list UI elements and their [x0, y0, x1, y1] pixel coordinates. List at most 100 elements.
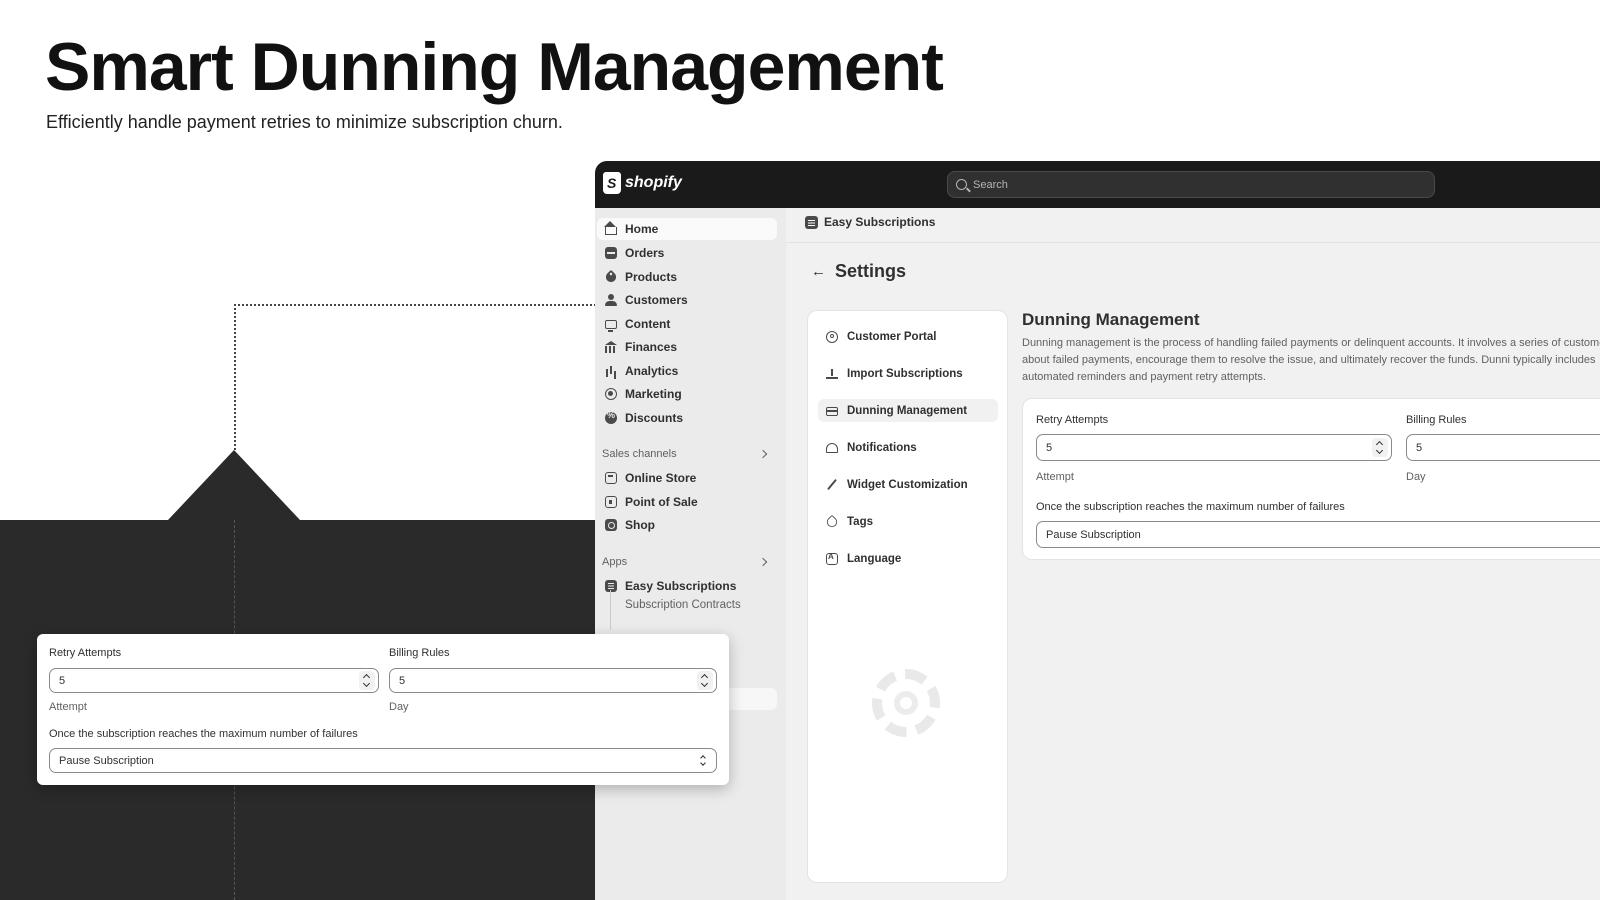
- settings-nav-label: Notifications: [847, 441, 917, 454]
- sidebar-item-label: Home: [625, 222, 659, 236]
- inbox-icon: [605, 247, 617, 259]
- billing-rules-value: 5: [399, 674, 406, 687]
- settings-nav-label: Import Subscriptions: [847, 367, 963, 380]
- sidebar-item-label: Content: [625, 317, 671, 331]
- hero-subtitle: Efficiently handle payment retries to mi…: [46, 112, 563, 132]
- retry-attempts-value: 5: [59, 674, 66, 687]
- sidebar-item-easy-subscriptions[interactable]: Easy Subscriptions: [597, 575, 777, 597]
- retry-attempts-help: Attempt: [49, 701, 87, 713]
- section-heading-label: Sales channels: [602, 448, 677, 460]
- sidebar-item-label: Marketing: [625, 387, 682, 401]
- retry-attempts-label: Retry Attempts: [49, 647, 122, 659]
- apps-heading[interactable]: Apps: [602, 554, 772, 570]
- sidebar-item-content[interactable]: Content: [597, 313, 777, 335]
- shopify-bag-icon: [603, 172, 621, 194]
- sidebar-item-customers[interactable]: Customers: [597, 289, 777, 311]
- sidebar-item-discounts[interactable]: Discounts: [597, 407, 777, 429]
- admin-topbar: shopify: [595, 161, 1600, 208]
- dotted-connector-horizontal: [234, 304, 596, 306]
- sidebar-item-label: Analytics: [625, 364, 679, 378]
- monitor-icon: [605, 319, 617, 332]
- sales-channels-heading[interactable]: Sales channels: [602, 446, 772, 462]
- stepper-arrows-icon[interactable]: [697, 671, 713, 690]
- failure-action-label: Once the subscription reaches the maximu…: [49, 728, 358, 740]
- home-icon: [604, 221, 617, 235]
- language-icon: [826, 552, 838, 565]
- billing-rules-stepper[interactable]: 5: [1406, 434, 1600, 461]
- dunning-form-card: Retry Attempts 5 Attempt Billing Rules 5…: [1022, 398, 1600, 560]
- target-icon: [605, 388, 617, 400]
- billing-rules-stepper[interactable]: 5: [389, 668, 717, 693]
- retry-attempts-value: 5: [1046, 441, 1053, 454]
- billing-rules-label: Billing Rules: [389, 647, 450, 659]
- sidebar: Home Orders Products Customers Content F…: [595, 208, 786, 900]
- stage: Smart Dunning Management Efficiently han…: [0, 0, 1600, 900]
- store-icon: [605, 472, 617, 484]
- sidebar-item-marketing[interactable]: Marketing: [597, 383, 777, 405]
- bell-icon: [826, 442, 838, 453]
- retry-attempts-help: Attempt: [1036, 471, 1074, 483]
- settings-header: ← Settings: [811, 261, 906, 282]
- settings-nav-label: Dunning Management: [847, 404, 968, 417]
- back-arrow-icon[interactable]: ←: [811, 263, 826, 280]
- sidebar-item-products[interactable]: Products: [597, 266, 777, 288]
- search-input[interactable]: [973, 178, 1393, 191]
- tag-icon: [603, 269, 619, 285]
- gear-watermark-icon: [872, 669, 940, 737]
- pen-icon: [826, 479, 838, 491]
- admin-window: shopify Home Orders Products Customers C…: [595, 161, 1600, 900]
- sidebar-subitem-subscription-contracts[interactable]: Subscription Contracts: [625, 599, 741, 611]
- retry-attempts-stepper[interactable]: 5: [1036, 434, 1392, 461]
- search-bar[interactable]: [947, 171, 1435, 198]
- settings-nav-language[interactable]: Language: [818, 547, 998, 570]
- person-icon: [605, 294, 617, 306]
- sidebar-item-home[interactable]: Home: [597, 218, 777, 240]
- sidebar-item-label: Point of Sale: [625, 495, 698, 509]
- breadcrumb[interactable]: Easy Subscriptions: [805, 215, 935, 229]
- retry-attempts-label: Retry Attempts: [1036, 414, 1109, 426]
- sidebar-item-finances[interactable]: Finances: [597, 336, 777, 358]
- page-title: Settings: [835, 261, 907, 281]
- app-icon: [605, 580, 617, 592]
- dotted-connector-vertical: [234, 304, 236, 450]
- settings-nav-import-subscriptions[interactable]: Import Subscriptions: [818, 362, 998, 385]
- retry-attempts-stepper[interactable]: 5: [49, 668, 379, 693]
- settings-nav-label: Widget Customization: [847, 478, 968, 491]
- credit-card-icon: [826, 407, 838, 416]
- hero-title: Smart Dunning Management: [45, 29, 944, 105]
- sidebar-item-online-store[interactable]: Online Store: [597, 467, 777, 489]
- settings-nav-notifications[interactable]: Notifications: [818, 436, 998, 459]
- billing-rules-label: Billing Rules: [1406, 414, 1467, 426]
- failure-action-select[interactable]: Pause Subscription: [49, 748, 717, 773]
- stepper-arrows-icon[interactable]: [1372, 438, 1388, 457]
- settings-nav-tags[interactable]: Tags: [818, 510, 998, 533]
- failure-action-label: Once the subscription reaches the maximu…: [1036, 501, 1345, 513]
- stepper-arrows-icon[interactable]: [359, 671, 375, 690]
- sidebar-item-label: Finances: [625, 340, 678, 354]
- sidebar-item-analytics[interactable]: Analytics: [597, 360, 777, 382]
- bank-icon: [605, 341, 617, 353]
- sidebar-item-orders[interactable]: Orders: [597, 242, 777, 264]
- failure-action-value: Pause Subscription: [1046, 528, 1141, 541]
- sidebar-item-shop[interactable]: Shop: [597, 514, 777, 536]
- settings-nav-widget-customization[interactable]: Widget Customization: [818, 473, 998, 496]
- shopify-wordmark: shopify: [625, 174, 682, 191]
- shop-icon: [605, 519, 617, 531]
- settings-nav-customer-portal[interactable]: Customer Portal: [818, 325, 998, 348]
- failure-action-select[interactable]: Pause Subscription: [1036, 521, 1600, 548]
- sidebar-item-point-of-sale[interactable]: Point of Sale: [597, 491, 777, 513]
- section-description: Dunning management is the process of han…: [1022, 337, 1600, 383]
- breadcrumb-label: Easy Subscriptions: [824, 215, 936, 229]
- settings-nav: Customer Portal Import Subscriptions Dun…: [807, 310, 1008, 883]
- settings-nav-label: Tags: [847, 515, 873, 528]
- section-heading-label: Apps: [602, 556, 628, 568]
- dark-pointer: [168, 450, 300, 520]
- tag-icon: [824, 514, 840, 529]
- settings-nav-dunning-management[interactable]: Dunning Management: [818, 399, 998, 422]
- zoomed-form-callout: Retry Attempts 5 Attempt Billing Rules 5…: [37, 634, 729, 785]
- upload-icon: [826, 368, 838, 380]
- failure-action-value: Pause Subscription: [59, 754, 154, 767]
- shopify-logo[interactable]: shopify: [603, 172, 682, 194]
- sidebar-item-label: Discounts: [625, 411, 684, 425]
- sidebar-item-label: Shop: [625, 518, 655, 532]
